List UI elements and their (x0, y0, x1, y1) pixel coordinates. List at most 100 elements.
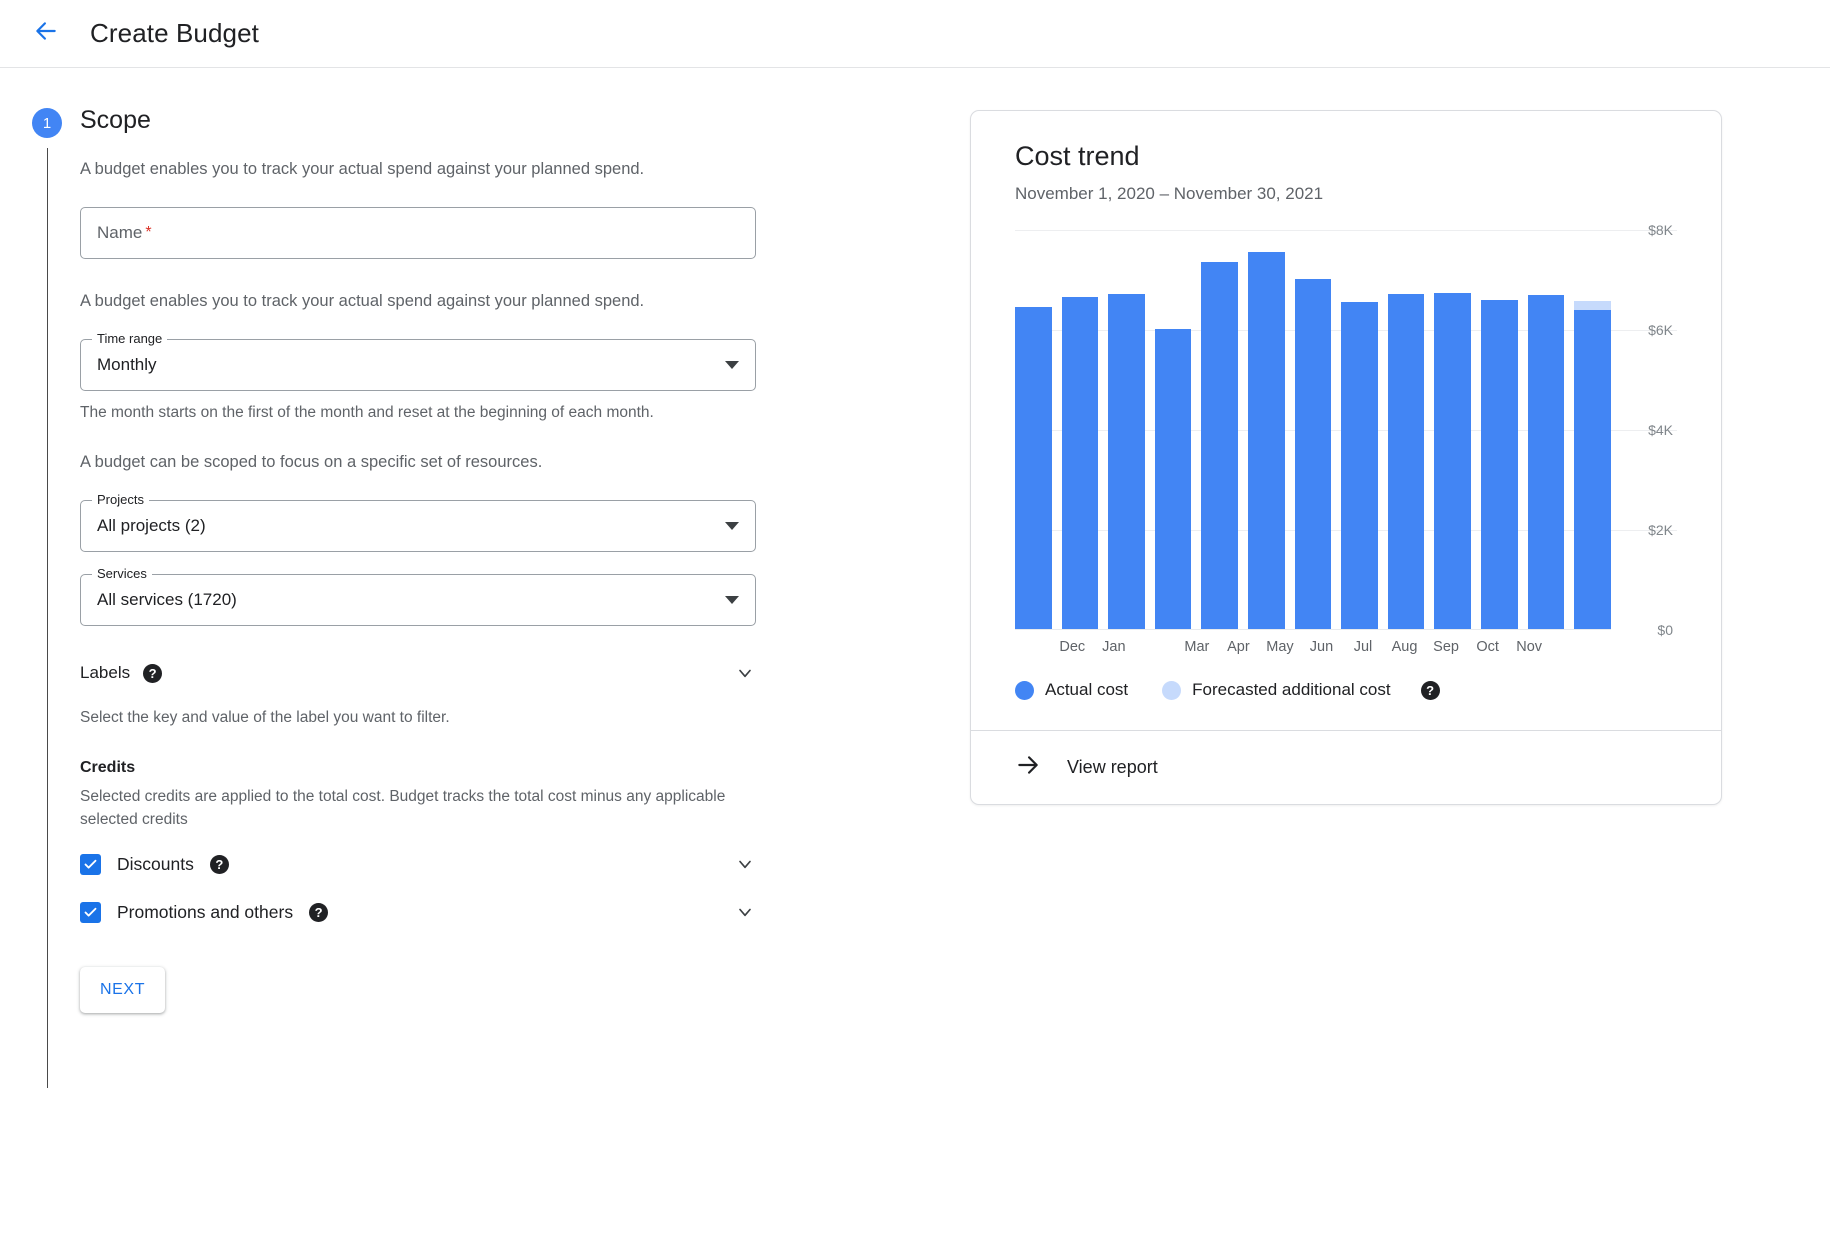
promotions-left: Promotions and others ? (80, 902, 328, 923)
chart-bar-actual-segment (1248, 252, 1285, 630)
help-icon[interactable]: ? (210, 855, 229, 874)
chart-bar[interactable] (1248, 230, 1285, 629)
chart-x-tick-label: Mar (1181, 639, 1213, 655)
chart-bar[interactable] (1388, 230, 1425, 629)
cost-trend-card: Cost trend November 1, 2020 – November 3… (970, 110, 1722, 805)
scope-second-text: A budget enables you to track your actua… (80, 289, 930, 313)
scope-intro-text: A budget enables you to track your actua… (80, 157, 930, 181)
legend-label-actual: Actual cost (1045, 680, 1128, 700)
time-range-value: Monthly (97, 355, 157, 375)
labels-description: Select the key and value of the label yo… (80, 706, 930, 729)
credits-item-promotions[interactable]: Promotions and others ? (80, 901, 756, 923)
legend-label-forecast: Forecasted additional cost (1192, 680, 1390, 700)
chart-bar[interactable] (1015, 230, 1052, 629)
help-icon[interactable]: ? (143, 664, 162, 683)
chevron-down-icon[interactable] (734, 662, 756, 684)
services-select[interactable]: Services All services (1720) (80, 574, 756, 626)
app-header: Create Budget (0, 0, 1830, 68)
step-gutter: 1 (22, 108, 80, 1088)
chart-x-tick-label (1140, 639, 1172, 655)
chart-bar[interactable] (1295, 230, 1332, 629)
chart-y-tick-label: $6K (1648, 322, 1673, 338)
promotions-label: Promotions and others (117, 902, 293, 923)
credits-title: Credits (80, 759, 930, 777)
chevron-down-icon[interactable] (734, 901, 756, 923)
chart-x-tick-label: Oct (1472, 639, 1504, 655)
chart-bar[interactable] (1201, 230, 1238, 629)
chart-y-tick-label: $0 (1657, 622, 1673, 638)
chart-bar[interactable] (1155, 230, 1192, 629)
promotions-checkbox[interactable] (80, 902, 101, 923)
chart-x-tick-label: Jul (1347, 639, 1379, 655)
chart-y-tick-label: $4K (1648, 422, 1673, 438)
chart-bar[interactable] (1341, 230, 1378, 629)
chart-legend: Actual cost Forecasted additional cost ? (1015, 680, 1677, 730)
view-report-label: View report (1067, 757, 1158, 778)
back-button[interactable] (28, 16, 64, 52)
page-title: Create Budget (90, 18, 259, 49)
legend-swatch-forecast (1162, 681, 1181, 700)
chart-bars (1015, 230, 1611, 629)
labels-section-header[interactable]: Labels ? (80, 662, 756, 684)
next-button[interactable]: NEXT (80, 967, 165, 1013)
services-value: All services (1720) (97, 590, 237, 610)
chart-bar-actual-segment (1062, 297, 1099, 630)
chart-bar[interactable] (1108, 230, 1145, 629)
help-icon[interactable]: ? (309, 903, 328, 922)
scope-column: 1 Scope A budget enables you to track yo… (0, 68, 930, 1088)
cost-trend-title: Cost trend (1015, 141, 1677, 172)
chart-bar-actual-segment (1015, 307, 1052, 630)
projects-value: All projects (2) (97, 516, 206, 536)
chart-bar-actual-segment (1388, 294, 1425, 629)
chevron-down-icon[interactable] (734, 853, 756, 875)
chart-bar[interactable] (1574, 230, 1611, 629)
credits-description: Selected credits are applied to the tota… (80, 785, 730, 831)
projects-select[interactable]: Projects All projects (2) (80, 500, 756, 552)
chart-bar[interactable] (1434, 230, 1471, 629)
scope-step: 1 Scope A budget enables you to track yo… (22, 108, 930, 1088)
legend-swatch-actual (1015, 681, 1034, 700)
name-placeholder: Name (97, 223, 142, 243)
view-report-link[interactable]: View report (971, 730, 1721, 804)
cost-trend-chart: $0$2K$4K$6K$8K DecJanMarAprMayJunJulAugS… (1015, 230, 1677, 650)
chevron-down-icon (725, 361, 739, 369)
chart-x-tick-label: Dec (1057, 639, 1089, 655)
chart-bar[interactable] (1528, 230, 1565, 629)
chart-x-tick-label: Jan (1098, 639, 1130, 655)
name-required-mark: * (145, 224, 151, 242)
page-content: 1 Scope A budget enables you to track yo… (0, 68, 1830, 1254)
chart-x-tick-label: Jun (1306, 639, 1338, 655)
chart-x-tick-label: Nov (1513, 639, 1545, 655)
legend-item-actual: Actual cost (1015, 680, 1128, 700)
name-input[interactable]: Name* (80, 207, 756, 259)
chart-x-tick-label: Apr (1223, 639, 1255, 655)
scope-resources-text: A budget can be scoped to focus on a spe… (80, 450, 930, 474)
help-icon[interactable]: ? (1421, 681, 1440, 700)
labels-title: Labels (80, 663, 130, 683)
chart-bar[interactable] (1062, 230, 1099, 629)
labels-header-left: Labels ? (80, 663, 162, 683)
chart-y-tick-label: $8K (1648, 222, 1673, 238)
services-label: Services (92, 566, 152, 582)
time-range-helper: The month starts on the first of the mon… (80, 401, 700, 424)
chart-bar[interactable] (1481, 230, 1518, 629)
chart-x-axis: DecJanMarAprMayJunJulAugSepOctNov (1015, 639, 1611, 655)
chart-bar-actual-segment (1574, 310, 1611, 629)
chevron-down-icon (725, 522, 739, 530)
credits-item-discounts[interactable]: Discounts ? (80, 853, 756, 875)
chart-bar-actual-segment (1528, 295, 1565, 629)
chart-x-tick-label: Sep (1430, 639, 1462, 655)
chart-bar-actual-segment (1434, 293, 1471, 629)
chart-bar-actual-segment (1341, 302, 1378, 630)
discounts-label: Discounts (117, 854, 194, 875)
time-range-select[interactable]: Time range Monthly (80, 339, 756, 391)
chart-bar-actual-segment (1155, 329, 1192, 629)
legend-item-forecast: Forecasted additional cost (1162, 680, 1390, 700)
chart-gridline (1015, 630, 1677, 631)
step-connector-line (47, 148, 48, 1088)
cost-trend-date-range: November 1, 2020 – November 30, 2021 (1015, 184, 1677, 204)
chart-plot-area: $0$2K$4K$6K$8K (1015, 230, 1611, 630)
discounts-checkbox[interactable] (80, 854, 101, 875)
discounts-left: Discounts ? (80, 854, 229, 875)
chart-x-tick-label (1015, 639, 1047, 655)
